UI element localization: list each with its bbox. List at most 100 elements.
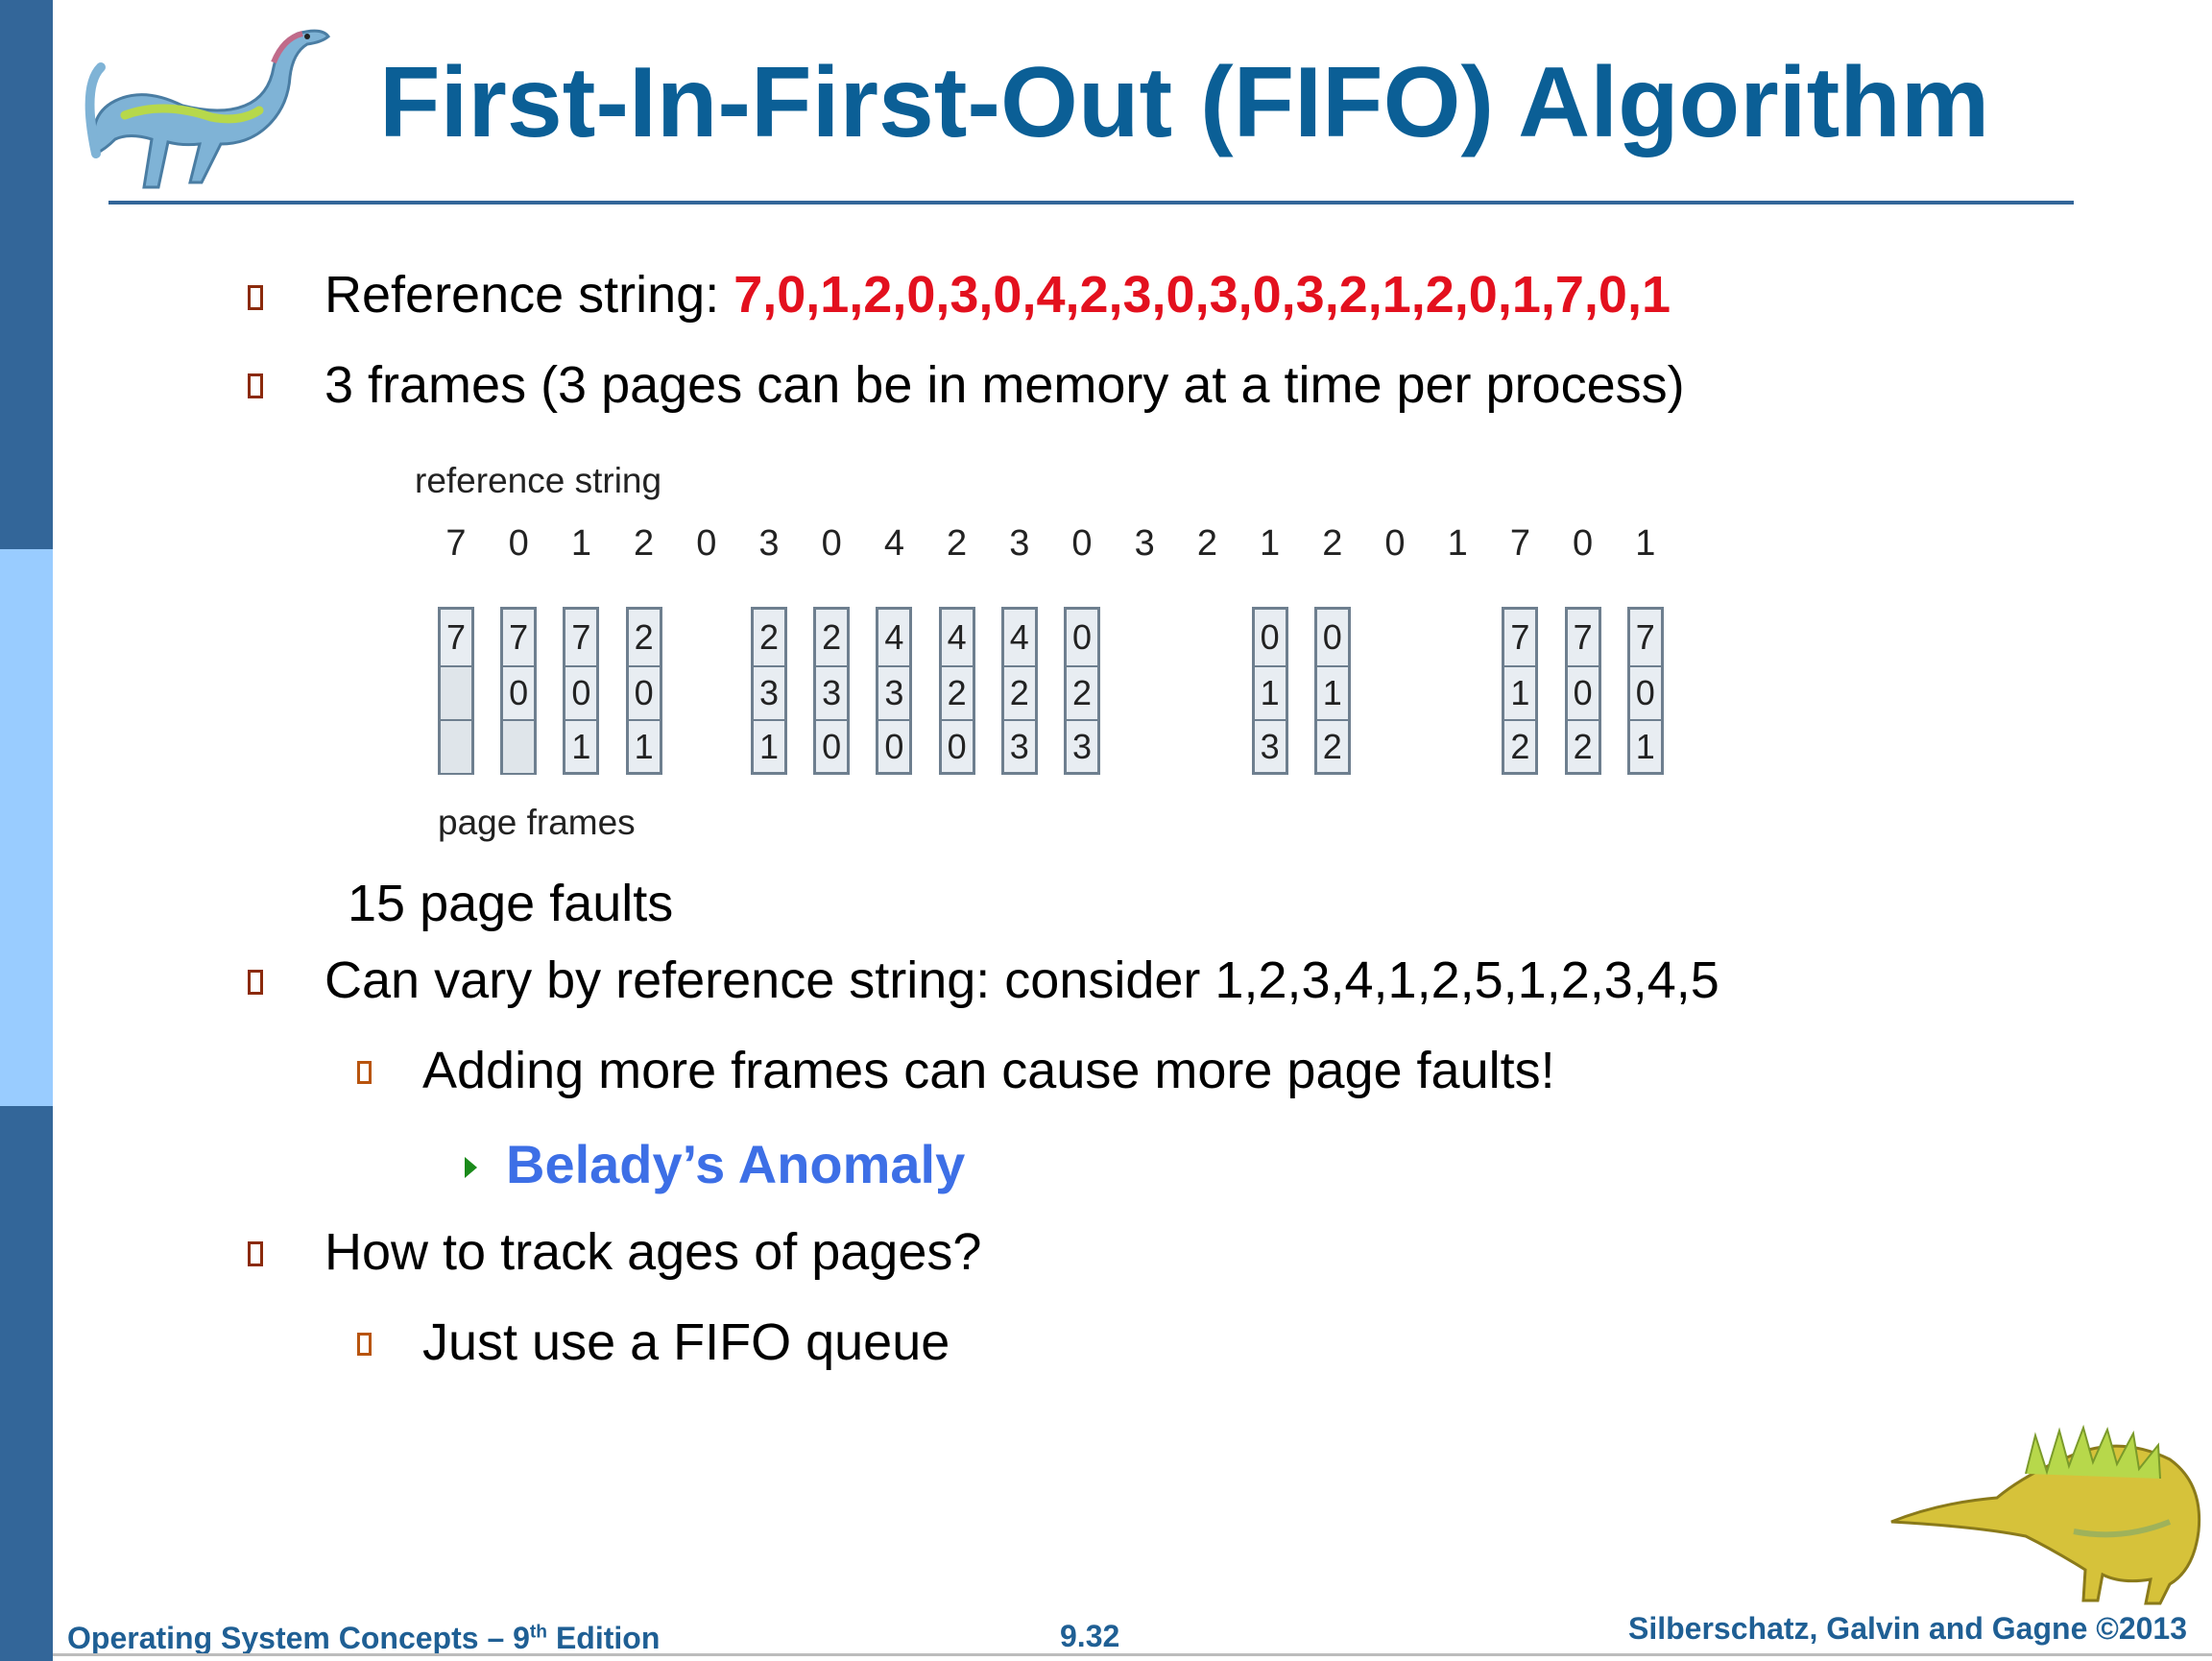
page-frame-cell: 0 <box>1629 665 1661 719</box>
bullet-box-icon <box>248 1241 263 1266</box>
bullet-box-icon <box>248 970 263 995</box>
page-frame-cell: 3 <box>816 665 848 719</box>
footer-book-title-text: Operating System Concepts – 9 <box>67 1621 530 1655</box>
reference-number: 7 <box>445 523 467 564</box>
reference-number: 1 <box>570 523 591 564</box>
page-frame-cell: 2 <box>1316 719 1348 773</box>
page-frame-cell: 2 <box>941 665 973 719</box>
dinosaur-logo-icon <box>84 29 331 189</box>
sub-bullet-box-icon <box>357 1061 372 1084</box>
beladys-anomaly: Belady’s Anomaly <box>506 1134 966 1194</box>
page-frame-cell: 4 <box>947 617 967 657</box>
page-frame-stack: 7 01 <box>1626 607 1664 775</box>
page-frame-cell: 7 <box>1635 617 1655 657</box>
page-frame-cell: 7 <box>1573 617 1593 657</box>
footer-book-title: Operating System Concepts – 9th Edition <box>67 1621 660 1656</box>
left-accent-bar <box>0 0 53 1661</box>
reference-number: 3 <box>758 523 780 564</box>
reference-string-caption: reference string <box>415 461 662 500</box>
page-frame-cell: 0 <box>878 719 910 773</box>
page-frame-cell: 2 <box>1504 719 1536 773</box>
footer-copyright: Silberschatz, Galvin and Gagne ©2013 <box>1628 1611 2188 1646</box>
page-frame-stack: 7 02 <box>1564 607 1601 775</box>
footer-superscript: th <box>529 1622 548 1643</box>
page-frame-cell: 0 <box>1071 617 1093 657</box>
slide-number: 9.32 <box>1060 1619 1120 1653</box>
accent-bar-dark-top <box>0 0 53 549</box>
footer-rule <box>53 1653 2212 1656</box>
page-frame-cell: 4 <box>1009 617 1029 657</box>
reference-number: 1 <box>1447 523 1468 564</box>
page-frame-cell: 2 <box>1067 665 1097 719</box>
page-frame-cell: 7 <box>509 617 529 657</box>
reference-string-value: 7,0,1,2,0,3,0,4,2,3,0,3,0,3,2,1,2,0,1,7,… <box>733 266 1671 324</box>
page-frame-cell: 0 <box>1567 665 1599 719</box>
reference-number: 7 <box>1509 523 1530 564</box>
page-frame-cell: 1 <box>1316 665 1348 719</box>
reference-number: 0 <box>1573 523 1594 564</box>
page-frame-cell: 7 <box>1510 617 1530 657</box>
reference-number: 4 <box>883 523 904 564</box>
page-frame-stack: 2 31 <box>751 607 787 775</box>
page-frame-cell: 0 <box>1260 617 1280 657</box>
page-frame-cell: 4 <box>884 617 904 657</box>
page-frame-cell <box>503 719 535 773</box>
page-frame-stack: 4 20 <box>938 607 975 775</box>
page-frame-cell: 3 <box>1003 719 1035 773</box>
page-frame-cell: 3 <box>1254 719 1286 773</box>
page-frame-cell: 7 <box>445 617 467 657</box>
page-frame-cell: 0 <box>503 665 535 719</box>
page-frame-cell: 1 <box>1504 665 1536 719</box>
page-frame-cell: 0 <box>816 719 848 773</box>
page-frame-cell: 2 <box>1003 665 1035 719</box>
page-frame-stack: 4 30 <box>876 607 913 775</box>
reference-number: 1 <box>1260 523 1281 564</box>
page-frame-cell: 7 <box>571 617 591 657</box>
page-frame-stack: 0 13 <box>1251 607 1288 775</box>
footer-edition-text: Edition <box>547 1621 661 1655</box>
page-frame-cell: 2 <box>1567 719 1599 773</box>
adding-frames-bullet: Adding more frames can cause more page f… <box>422 1042 1555 1099</box>
page-frame-stack: 2 30 <box>813 607 851 775</box>
page-frame-cell: 0 <box>628 665 660 719</box>
vary-bullet: Can vary by reference string: consider 1… <box>325 951 1719 1009</box>
reference-number: 3 <box>1134 523 1155 564</box>
page-frame-stack: 70 <box>500 607 538 775</box>
page-frame-cell: 1 <box>565 719 597 773</box>
page-frame-stack: 4 23 <box>1000 607 1038 775</box>
reference-number: 0 <box>821 523 842 564</box>
page-frame-stack: 7 12 <box>1502 607 1539 775</box>
page-frame-cell: 2 <box>822 617 842 657</box>
fifo-queue-bullet: Just use a FIFO queue <box>422 1313 950 1371</box>
accent-bar-light-middle <box>0 549 53 1106</box>
bullet-box-icon <box>248 285 263 310</box>
page-frames-caption: page frames <box>438 803 636 842</box>
reference-number: 2 <box>1196 523 1217 564</box>
title-underline <box>108 201 2074 205</box>
reference-number: 0 <box>1384 523 1406 564</box>
track-ages-bullet: How to track ages of pages? <box>325 1223 982 1281</box>
triangle-bullet-icon <box>465 1157 477 1178</box>
reference-number: 1 <box>1635 523 1656 564</box>
page-frame-cell: 1 <box>754 719 784 773</box>
page-frame-stack: 0 12 <box>1313 607 1351 775</box>
page-frame-cell: 2 <box>758 617 780 657</box>
page-frame-cell <box>441 665 471 719</box>
bullet-box-icon <box>248 373 263 398</box>
reference-number: 0 <box>508 523 529 564</box>
reference-string-label: Reference string: <box>325 266 734 324</box>
page-frame-cell: 1 <box>628 719 660 773</box>
reference-number: 0 <box>696 523 717 564</box>
page-frame-cell: 0 <box>941 719 973 773</box>
page-frame-cell: 3 <box>878 665 910 719</box>
dinosaur-bottom-icon <box>1890 1424 2201 1605</box>
reference-number: 2 <box>1322 523 1343 564</box>
reference-number: 0 <box>1071 523 1093 564</box>
reference-number: 2 <box>947 523 968 564</box>
page-frame-cell: 1 <box>1629 719 1661 773</box>
reference-number: 3 <box>1009 523 1030 564</box>
page-frame-cell: 3 <box>754 665 784 719</box>
page-frame-stack: 2 01 <box>625 607 662 775</box>
reference-string-line: Reference string: 7,0,1,2,0,3,0,4,2,3,0,… <box>325 265 1671 325</box>
page-frame-cell: 2 <box>634 617 654 657</box>
